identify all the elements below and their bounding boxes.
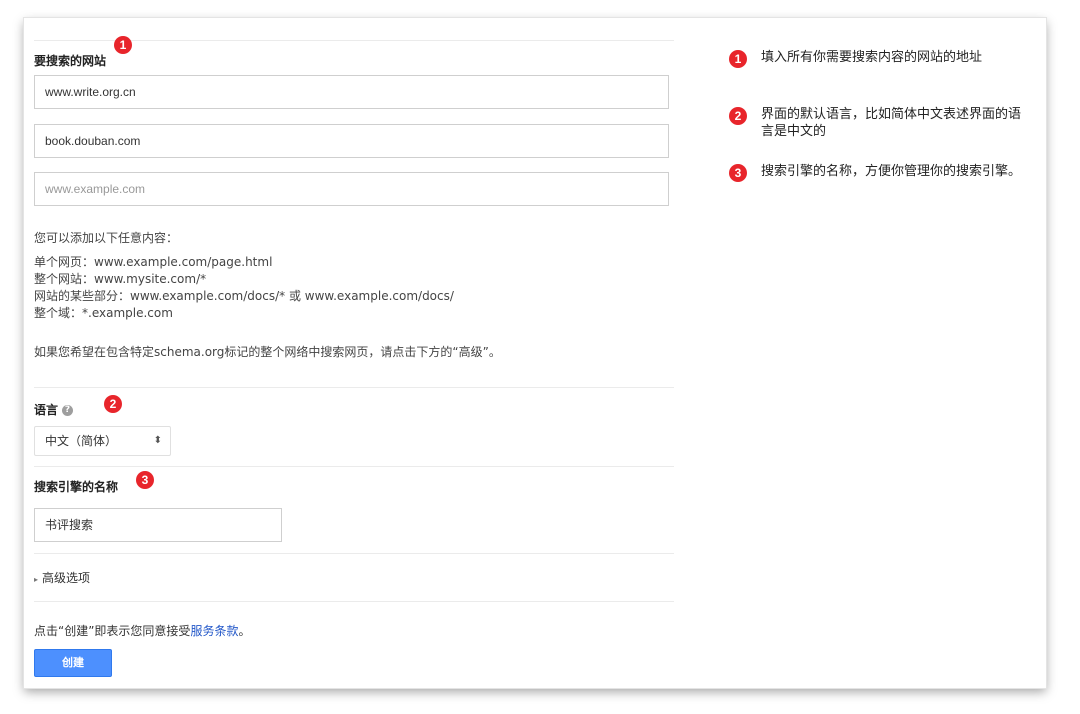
annotation-note-text: 搜索引擎的名称，方便你管理你的搜索引擎。 — [761, 164, 1022, 179]
site-url-input-1[interactable]: www.write.org.cn — [34, 75, 669, 109]
terms-prefix: 点击“创建”即表示您同意接受 — [34, 624, 191, 638]
terms-notice: 点击“创建”即表示您同意接受服务条款。 — [34, 622, 250, 639]
language-select[interactable]: 中文（简体） ⬍ — [34, 426, 171, 456]
divider — [34, 466, 674, 467]
annotation-note-text: 填入所有你需要搜索内容的网站的地址 — [761, 50, 983, 65]
advanced-options-label: 高级选项 — [42, 571, 91, 585]
terms-of-service-link[interactable]: 服务条款 — [190, 624, 238, 638]
sites-hint-line: 单个网页：www.example.com/page.html — [34, 255, 273, 269]
advanced-options-toggle[interactable]: ▸ 高级选项 — [34, 569, 90, 586]
sites-section-title: 要搜索的网站 — [34, 54, 107, 68]
annotation-badge-3: 3 — [136, 471, 154, 489]
custom-search-form-card: 要搜索的网站 1 www.write.org.cn book.douban.co… — [24, 18, 1046, 688]
annotation-badge-2: 2 — [104, 395, 122, 413]
language-title-text: 语言 — [34, 403, 59, 417]
select-arrows-icon: ⬍ — [153, 435, 162, 446]
expand-arrow-icon: ▸ — [34, 575, 39, 584]
site-url-input-2[interactable]: book.douban.com — [34, 124, 669, 158]
annotation-note-text: 界面的默认语言，比如简体中文表述界面的语言是中文的 — [761, 107, 1022, 139]
sites-hint-intro: 您可以添加以下任意内容： — [34, 231, 179, 245]
engine-name-input[interactable]: 书评搜索 — [34, 508, 282, 542]
sites-hint-line: 整个网站：www.mysite.com/* — [34, 272, 207, 286]
search-engine-form: 要搜索的网站 1 www.write.org.cn book.douban.co… — [34, 18, 674, 688]
annotation-note-badge: 3 — [729, 164, 747, 182]
schema-hint: 如果您希望在包含特定schema.org标记的整个网络中搜索网页，请点击下方的“… — [34, 345, 501, 359]
language-section-title: 语言? — [34, 401, 74, 418]
help-icon[interactable]: ? — [62, 405, 74, 416]
annotation-note-badge: 2 — [729, 107, 747, 125]
annotation-note-badge: 1 — [729, 50, 747, 68]
language-select-value: 中文（简体） — [45, 434, 118, 448]
create-button[interactable]: 创建 — [34, 649, 112, 677]
annotation-badge-1: 1 — [114, 36, 132, 54]
divider — [34, 601, 674, 602]
terms-suffix: 。 — [238, 624, 251, 638]
site-url-input-3[interactable]: www.example.com — [34, 172, 669, 206]
divider — [34, 553, 674, 554]
engine-name-section-title: 搜索引擎的名称 — [34, 480, 119, 494]
sites-hint-line: 整个域：*.example.com — [34, 306, 173, 320]
divider — [34, 387, 674, 388]
sites-hint-line: 网站的某些部分：www.example.com/docs/* 或 www.exa… — [34, 289, 454, 303]
